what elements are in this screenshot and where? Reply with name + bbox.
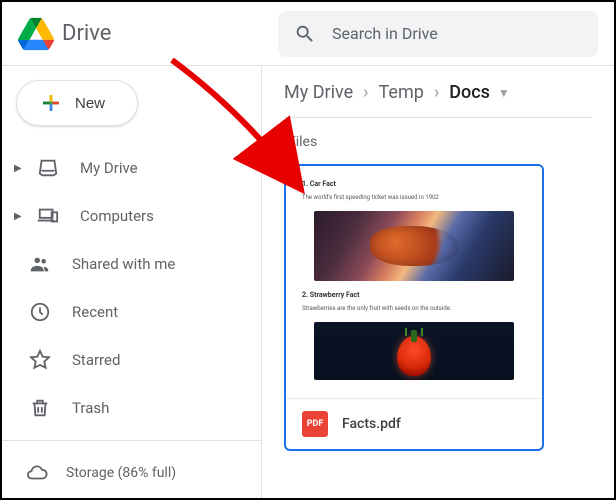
nav-list: ▶ My Drive ▶ Computers Shared with me Re… [2,144,261,432]
sidebar-item-starred[interactable]: Starred [2,336,261,384]
search-icon [294,23,316,45]
new-button[interactable]: New [16,80,138,126]
chevron-right-icon: › [363,82,368,103]
shared-icon [29,253,51,275]
preview-heading2: 2. Strawberry Fact [302,291,526,299]
divider [2,440,261,441]
storage-label: Storage (86% full) [66,465,176,481]
drive-icon [37,157,59,179]
trash-icon [29,397,51,419]
breadcrumb-docs[interactable]: Docs [449,82,490,103]
sidebar-item-computers[interactable]: ▶ Computers [2,192,261,240]
file-footer: PDF Facts.pdf [286,398,542,449]
dropdown-icon[interactable]: ▼ [498,86,510,100]
app-header: Drive Search in Drive [2,2,614,66]
logo-area[interactable]: Drive [18,16,111,52]
new-button-label: New [75,95,105,112]
file-name: Facts.pdf [342,416,401,432]
app-title: Drive [62,21,111,46]
sidebar-item-label: Shared with me [72,255,175,273]
sidebar-item-my-drive[interactable]: ▶ My Drive [2,144,261,192]
plus-icon [39,91,63,115]
chevron-right-icon: › [434,82,439,103]
sidebar-item-label: Trash [72,399,109,417]
pdf-icon: PDF [302,411,328,437]
preview-heading1: 1. Car Fact [302,180,526,188]
sidebar-item-label: My Drive [80,159,138,177]
preview-image1 [314,211,514,281]
drive-logo-icon [18,16,54,52]
search-placeholder: Search in Drive [332,24,438,43]
computers-icon [37,205,59,227]
sidebar-item-shared[interactable]: Shared with me [2,240,261,288]
cloud-icon [26,462,48,484]
search-box[interactable]: Search in Drive [278,11,598,57]
breadcrumb-my-drive[interactable]: My Drive [284,82,353,103]
sidebar: New ▶ My Drive ▶ Computers Shared with m… [2,66,262,498]
file-card[interactable]: 1. Car Fact The world's first speeding t… [284,164,544,451]
sidebar-item-trash[interactable]: Trash [2,384,261,432]
preview-text2: Strawberries are the only fruit with see… [302,305,526,312]
sidebar-item-label: Recent [72,303,118,321]
main-panel: My Drive › Temp › Docs ▼ Files 1. Car Fa… [262,66,614,498]
starred-icon [29,349,51,371]
sidebar-item-storage[interactable]: Storage (86% full) [2,449,261,497]
file-preview: 1. Car Fact The world's first speeding t… [286,166,542,398]
sidebar-item-label: Computers [80,207,154,225]
preview-text1: The world's first speeding ticket was is… [302,194,526,201]
sidebar-item-recent[interactable]: Recent [2,288,261,336]
preview-image2 [314,322,514,380]
section-label: Files [288,134,592,150]
sidebar-item-label: Starred [72,351,120,369]
recent-icon [29,301,51,323]
breadcrumb-temp[interactable]: Temp [379,82,424,103]
chevron-right-icon: ▶ [14,211,26,222]
chevron-right-icon: ▶ [14,163,26,174]
breadcrumb: My Drive › Temp › Docs ▼ [284,82,592,118]
